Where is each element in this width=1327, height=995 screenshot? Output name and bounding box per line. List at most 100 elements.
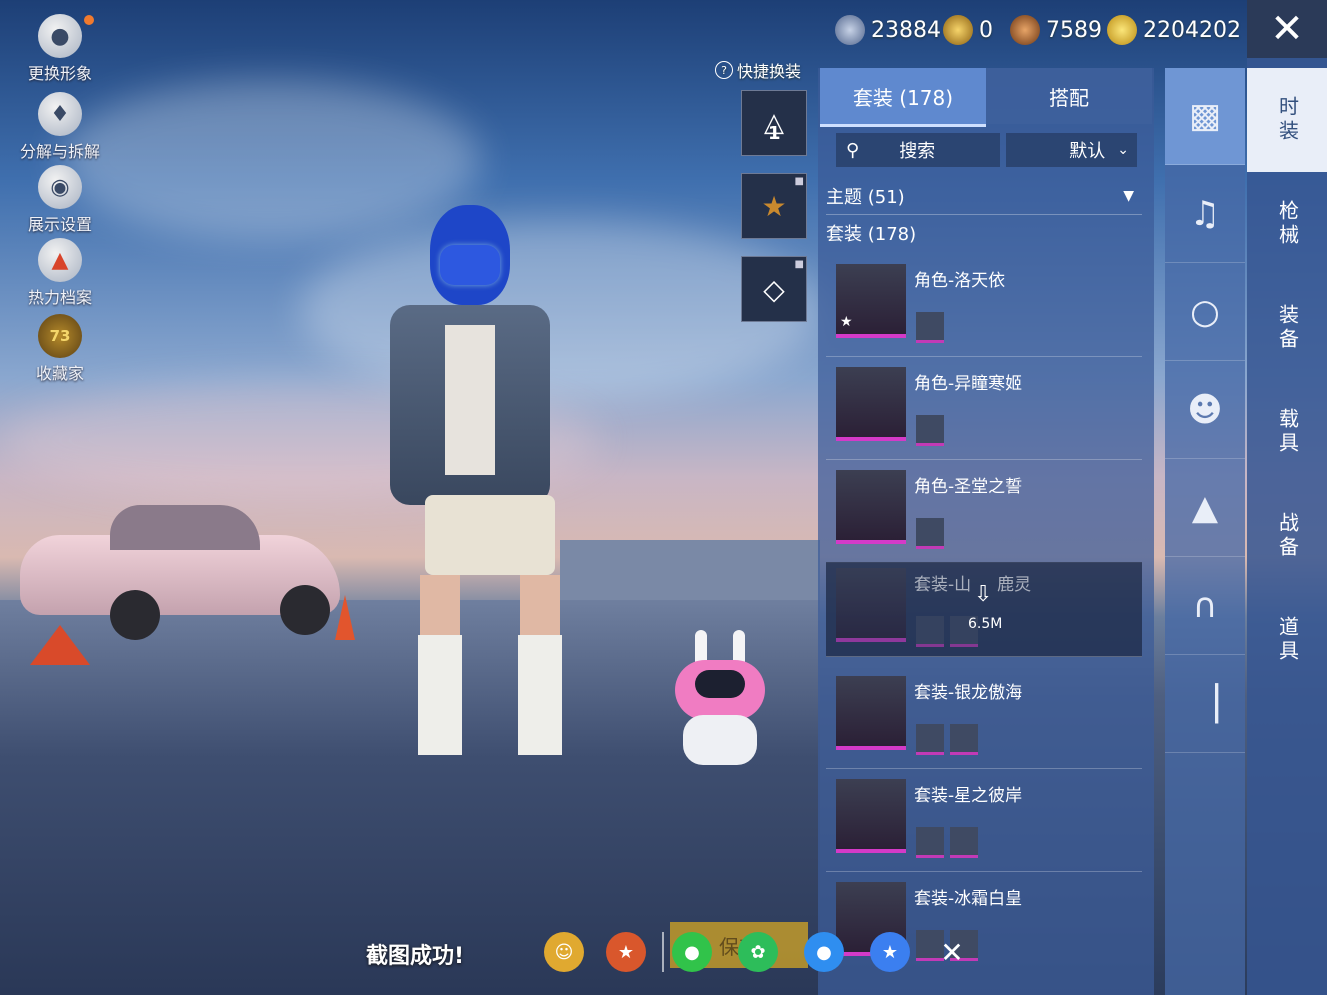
tab-outfits-label: 套装 (178) <box>852 85 954 110</box>
qq-icon: ● <box>816 941 832 963</box>
theme-filter[interactable]: 主题 (51) ▼ <box>826 178 1142 215</box>
item-mini-thumb <box>916 616 944 647</box>
lock-icon: ■ <box>794 259 804 270</box>
heat-profile-label: 热力档案 <box>27 288 92 307</box>
currency-gold-token: 0 <box>943 12 993 48</box>
quick-outfit-link[interactable]: ? 快捷换装 <box>715 58 801 82</box>
category-supplies[interactable]: 战备 <box>1247 484 1327 588</box>
share-wechat-button[interactable]: ● <box>672 932 712 972</box>
collector-button[interactable]: 73 收藏家 <box>10 314 110 384</box>
decompose-button[interactable]: ♦ 分解与拆解 <box>10 92 110 162</box>
currency-bronze: 7589 <box>1010 12 1102 48</box>
rail-goggles-button[interactable]: ○ <box>1165 264 1245 361</box>
category-items[interactable]: 道具 <box>1247 588 1327 692</box>
bronze-coin-icon <box>1010 15 1040 45</box>
category-label: 时装 <box>1275 96 1300 144</box>
list-header: 套装 (178) <box>826 224 917 245</box>
outfit-slot-button[interactable]: △ 1 <box>741 90 807 156</box>
item-thumbnail <box>836 676 906 750</box>
item-name: 套装-冰霜白皇 <box>914 889 1023 909</box>
search-label: 搜索 <box>899 141 936 162</box>
rail-outfit-button[interactable]: ▩ <box>1165 68 1245 165</box>
diamond-button[interactable]: ◇ ■ <box>741 256 807 322</box>
search-box[interactable]: ⚲ 搜索 <box>836 133 1000 167</box>
category-label: 战备 <box>1275 512 1300 560</box>
screenshot-success-message: 截图成功! <box>366 944 465 969</box>
tab-outfits[interactable]: 套装 (178) <box>820 68 986 127</box>
category-label: 枪械 <box>1275 200 1300 248</box>
dropdown-triangle-icon: ▼ <box>1123 188 1134 204</box>
mask-icon: ☻ <box>1187 390 1223 430</box>
share-avatar-button[interactable]: ☺ <box>544 932 584 972</box>
list-item[interactable]: 套装-银龙傲海 <box>826 670 1142 769</box>
chevron-down-icon: ⌄ <box>1117 142 1129 158</box>
list-item-downloading[interactable]: 套装-山 鹿灵 ⇩ 6.5M <box>826 562 1142 657</box>
rail-pants-button[interactable]: ∩ <box>1165 558 1245 655</box>
list-item[interactable]: 角色-圣堂之誓 <box>826 464 1142 563</box>
currency-lightning: 2204202 <box>1107 12 1241 48</box>
item-name: 套装-星之彼岸 <box>914 786 1023 806</box>
tab-mix[interactable]: 搭配 <box>986 68 1152 124</box>
rail-trumpet-button[interactable]: ♫ <box>1165 166 1245 263</box>
item-mini-thumb <box>916 518 944 549</box>
pink-car <box>20 505 340 640</box>
trophy-shield-icon: ★ <box>761 189 787 223</box>
item-name: 套装-山 鹿灵 <box>914 575 1032 595</box>
item-mini-thumb <box>916 724 944 755</box>
display-settings-button[interactable]: ◉ 展示设置 <box>10 165 110 235</box>
trumpet-icon: ♫ <box>1189 194 1221 234</box>
item-name: 套装-银龙傲海 <box>914 683 1023 703</box>
search-icon: ⚲ <box>846 139 860 161</box>
jacket-icon: ▲ <box>1191 488 1219 528</box>
trophy-button[interactable]: ★ ■ <box>741 173 807 239</box>
category-label: 装备 <box>1275 304 1300 352</box>
rail-jacket-button[interactable]: ▲ <box>1165 460 1245 557</box>
notification-dot <box>84 15 94 25</box>
item-name: 角色-洛天依 <box>914 271 1006 291</box>
list-item[interactable]: ★ 角色-洛天依 <box>826 258 1142 357</box>
rail-mask-button[interactable]: ☻ <box>1165 362 1245 459</box>
item-mini-thumb <box>950 724 978 755</box>
traffic-cone <box>30 625 90 665</box>
download-size: 6.5M <box>968 616 1003 632</box>
close-share-button[interactable]: ✕ <box>932 932 972 972</box>
lock-icon: ■ <box>794 176 804 187</box>
goggles-icon: ○ <box>1190 292 1220 332</box>
list-item[interactable]: 套装-星之彼岸 <box>826 773 1142 872</box>
category-vehicles[interactable]: 载具 <box>1247 380 1327 484</box>
category-fashion[interactable]: 时装 <box>1247 68 1327 172</box>
sort-dropdown[interactable]: 默认 ⌄ <box>1006 133 1137 167</box>
change-avatar-button[interactable]: ● 更换形象 <box>10 14 110 84</box>
share-game-button[interactable]: ★ <box>606 932 646 972</box>
silver-coin-icon <box>835 15 865 45</box>
collector-label: 收藏家 <box>35 364 84 383</box>
change-avatar-label: 更换形象 <box>27 64 92 83</box>
share-qzone-button[interactable]: ★ <box>870 932 910 972</box>
currency-value: 0 <box>979 17 993 43</box>
item-thumbnail <box>836 367 906 441</box>
decompose-label: 分解与拆解 <box>19 142 100 161</box>
item-thumbnail <box>836 568 906 642</box>
category-equipment[interactable]: 装备 <box>1247 276 1327 380</box>
heat-profile-button[interactable]: ▲ 热力档案 <box>10 238 110 308</box>
item-thumbnail: ★ <box>836 264 906 338</box>
player-character <box>330 205 600 775</box>
item-mini-thumb <box>916 827 944 858</box>
puzzle-icon: ♦ <box>38 92 82 136</box>
list-item[interactable]: 角色-异瞳寒姬 <box>826 361 1142 460</box>
item-mini-thumb <box>916 415 944 446</box>
item-thumbnail <box>836 779 906 853</box>
slot-number: 1 <box>768 123 781 144</box>
close-icon: ✕ <box>940 935 964 969</box>
share-qq-button[interactable]: ● <box>804 932 844 972</box>
rail-shoes-button[interactable]: ▕ <box>1165 656 1245 753</box>
item-mini-thumb <box>950 827 978 858</box>
pants-icon: ∩ <box>1192 586 1218 626</box>
avatar-icon: ● <box>38 14 82 58</box>
item-name: 角色-圣堂之誓 <box>914 477 1023 497</box>
category-guns[interactable]: 枪械 <box>1247 172 1327 276</box>
divider <box>662 932 664 972</box>
close-button[interactable]: ✕ <box>1247 0 1327 58</box>
share-moments-button[interactable]: ✿ <box>738 932 778 972</box>
collector-badge-icon: 73 <box>38 314 82 358</box>
